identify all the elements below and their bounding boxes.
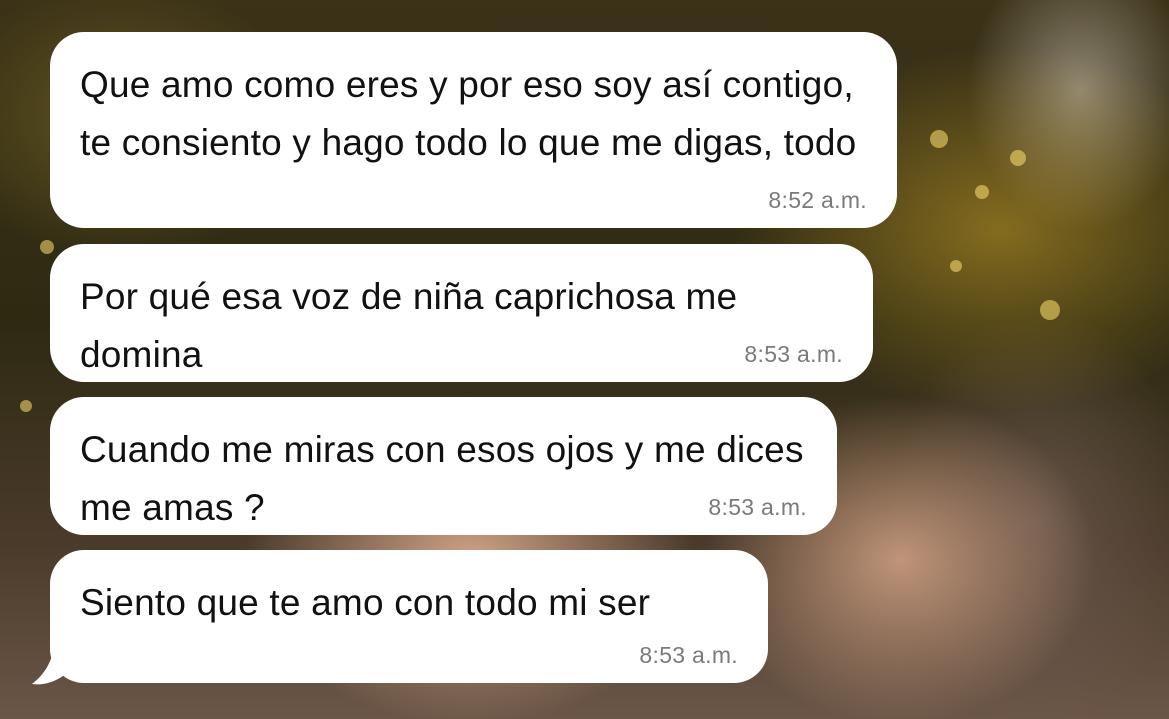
message-text: Por qué esa voz de niña caprichosa me do… [80,276,738,375]
bokeh-light [40,240,54,254]
message-bubble[interactable]: Cuando me miras con esos ojos y me dices… [50,397,837,535]
message-timestamp: 8:53 a.m. [639,642,738,668]
message-bubble[interactable]: Por qué esa voz de niña caprichosa me do… [50,244,873,382]
bokeh-light [1010,150,1026,166]
message-text: Cuando me miras con esos ojos y me dices… [80,429,804,528]
incoming-bubble-tail-icon [32,628,70,685]
message-text: Siento que te amo con todo mi ser [80,582,651,623]
bokeh-light [1040,300,1060,320]
message-text: Que amo como eres y por eso soy así cont… [80,64,857,163]
bokeh-light [975,185,989,199]
message-timestamp: 8:53 a.m. [708,494,807,520]
bokeh-light [950,260,962,272]
message-timestamp: 8:53 a.m. [744,341,843,367]
message-bubble[interactable]: Siento que te amo con todo mi ser 8:53 a… [50,550,768,683]
bokeh-light [20,400,32,412]
message-timestamp: 8:52 a.m. [768,187,867,213]
message-bubble[interactable]: Que amo como eres y por eso soy así cont… [50,32,897,228]
bokeh-light [930,130,948,148]
